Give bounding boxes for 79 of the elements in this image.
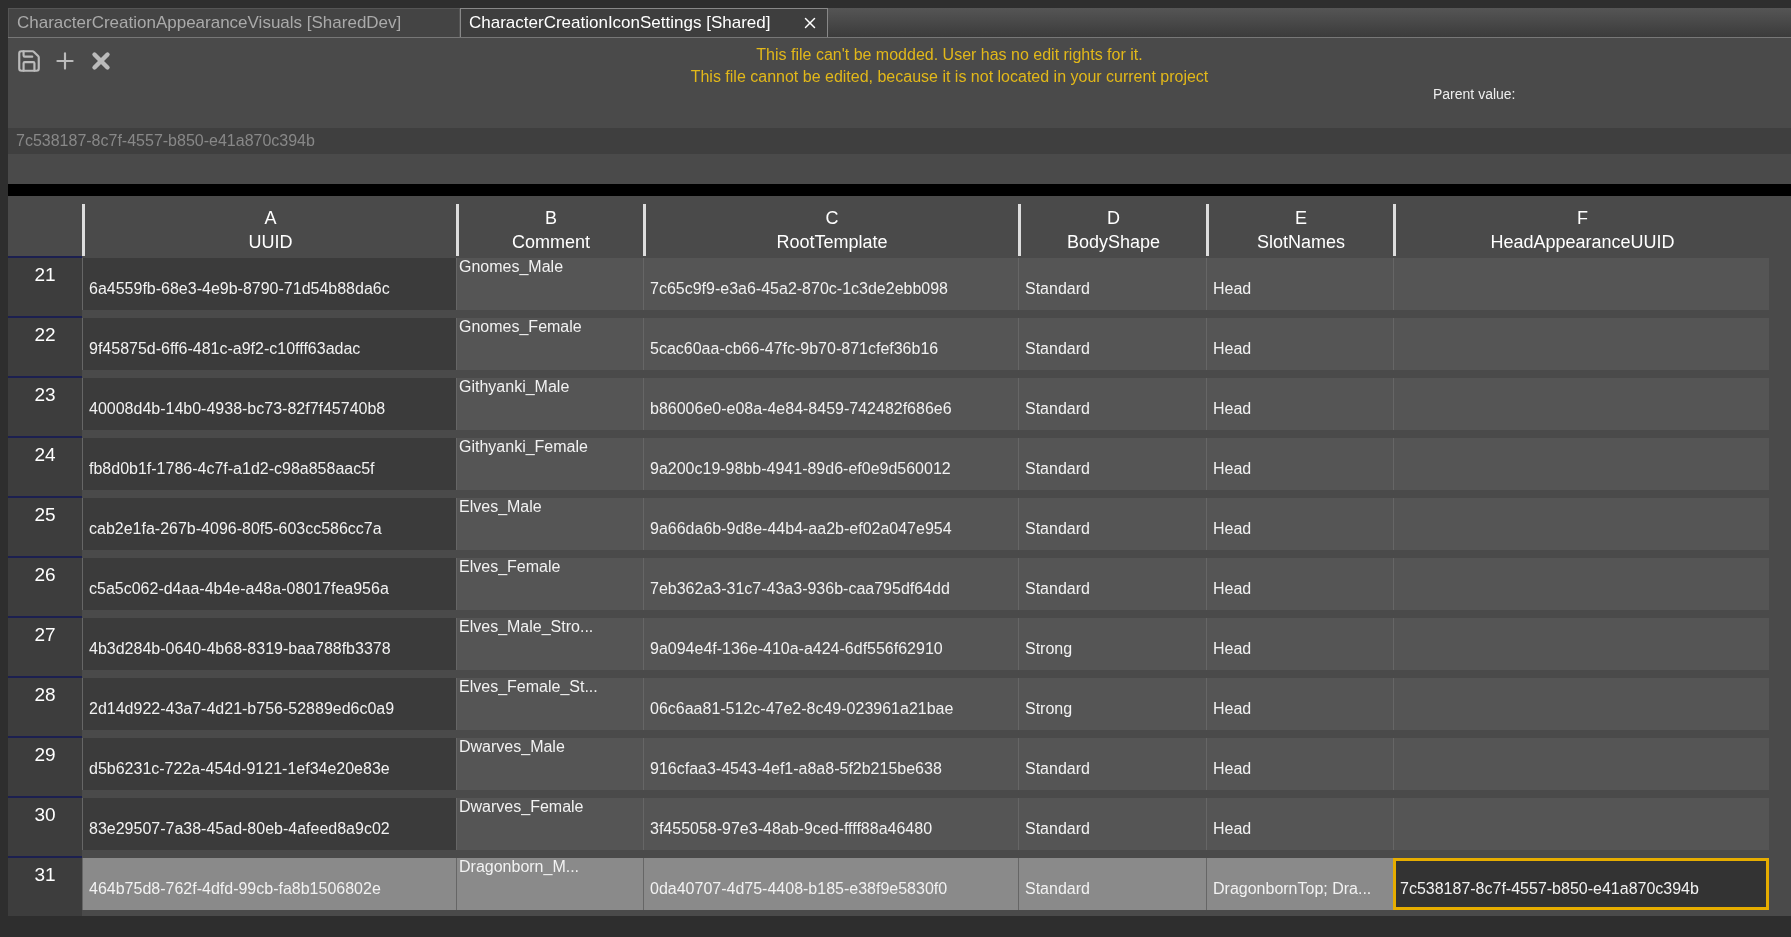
file-tab[interactable]: CharacterCreationAppearanceVisuals [SharedDev] — [8, 8, 460, 37]
table-cell[interactable]: 916cfaa3-4543-4ef1-a8a8-5f2b215be638 — [643, 738, 1018, 790]
table-cell[interactable]: Head — [1206, 738, 1393, 790]
row-number[interactable]: 28 — [8, 676, 82, 736]
splitter-bar[interactable] — [8, 184, 1791, 196]
table-cell[interactable]: Elves_Male_Stro... — [456, 618, 643, 670]
table-cell[interactable] — [1393, 618, 1769, 670]
table-cell[interactable]: Standard — [1018, 438, 1206, 490]
table-cell[interactable]: 6a4559fb-68e3-4e9b-8790-71d54b88da6c — [82, 258, 456, 310]
table-cell[interactable]: Githyanki_Male — [456, 378, 643, 430]
table-cell[interactable]: Head — [1206, 618, 1393, 670]
table-cell[interactable]: 9a094e4f-136e-410a-a424-6df556f62910 — [643, 618, 1018, 670]
row-number[interactable]: 29 — [8, 736, 82, 796]
table-cell[interactable]: 7c538187-8c7f-4557-b850-e41a870c394b — [1393, 858, 1769, 910]
row-number[interactable]: 21 — [8, 256, 82, 316]
table-cell[interactable]: 9a200c19-98bb-4941-89d6-ef0e9d560012 — [643, 438, 1018, 490]
table-cell[interactable]: Standard — [1018, 318, 1206, 370]
table-cell[interactable] — [1393, 798, 1769, 850]
warning-message: This file cannot be edited, because it is not located in your current project — [690, 67, 1209, 87]
table-cell[interactable]: Strong — [1018, 678, 1206, 730]
table-cell[interactable]: 2d14d922-43a7-4d21-b756-52889ed6c0a9 — [82, 678, 456, 730]
table-cell[interactable]: Standard — [1018, 798, 1206, 850]
table-cell[interactable]: 06c6aa81-512c-47e2-8c49-023961a21bae — [643, 678, 1018, 730]
row-number[interactable]: 24 — [8, 436, 82, 496]
table-cell[interactable]: 7c65c9f9-e3a6-45a2-870c-1c3de2ebb098 — [643, 258, 1018, 310]
table-cell[interactable] — [1393, 498, 1769, 550]
table-cell[interactable]: 5cac60aa-cb66-47fc-9b70-871cfef36b16 — [643, 318, 1018, 370]
row-number[interactable]: 22 — [8, 316, 82, 376]
file-tab[interactable]: CharacterCreationIconSettings [Shared] — [460, 8, 828, 37]
save-icon[interactable] — [16, 48, 42, 74]
table-cell[interactable]: Head — [1206, 318, 1393, 370]
table-cell[interactable]: Head — [1206, 378, 1393, 430]
row-number[interactable]: 23 — [8, 376, 82, 436]
table-cell[interactable]: d5b6231c-722a-454d-9121-1ef34e20e83e — [82, 738, 456, 790]
table-cell[interactable]: Strong — [1018, 618, 1206, 670]
table-cell[interactable]: Gnomes_Female — [456, 318, 643, 370]
table-cell[interactable]: Dwarves_Male — [456, 738, 643, 790]
row-number[interactable]: 31 — [8, 856, 82, 916]
table-cell[interactable]: Standard — [1018, 738, 1206, 790]
table-cell[interactable]: Head — [1206, 258, 1393, 310]
table-cell[interactable]: fb8d0b1f-1786-4c7f-a1d2-c98a858aac5f — [82, 438, 456, 490]
table-cell[interactable]: Standard — [1018, 378, 1206, 430]
table-cell[interactable]: Head — [1206, 438, 1393, 490]
table-cell[interactable]: 9f45875d-6ff6-481c-a9f2-c10fff63adac — [82, 318, 456, 370]
table-cell[interactable]: b86006e0-e08a-4e84-8459-742482f686e6 — [643, 378, 1018, 430]
warning-message: This file can't be modded. User has no edit rights for it. — [756, 45, 1143, 65]
table-cell[interactable]: Head — [1206, 498, 1393, 550]
table-cell[interactable]: 4b3d284b-0640-4b68-8319-baa788fb3378 — [82, 618, 456, 670]
parent-value-label: Parent value: — [1432, 86, 1516, 102]
table-cell[interactable]: 40008d4b-14b0-4938-bc73-82f7f45740b8 — [82, 378, 456, 430]
table-cell[interactable] — [1393, 258, 1769, 310]
table-cell[interactable]: Elves_Female — [456, 558, 643, 610]
table-cell[interactable] — [1393, 738, 1769, 790]
table-cell[interactable]: cab2e1fa-267b-4096-80f5-603cc586cc7a — [82, 498, 456, 550]
table-cell[interactable]: 3f455058-97e3-48ab-9ced-ffff88a46480 — [643, 798, 1018, 850]
table-cell[interactable]: Standard — [1018, 498, 1206, 550]
table-cell[interactable] — [1393, 558, 1769, 610]
table-cell[interactable]: 7eb362a3-31c7-43a3-936b-caa795df64dd — [643, 558, 1018, 610]
table-cell[interactable]: Head — [1206, 798, 1393, 850]
table-cell[interactable]: c5a5c062-d4aa-4b4e-a48a-08017fea956a — [82, 558, 456, 610]
table-cell[interactable]: Elves_Female_St... — [456, 678, 643, 730]
table-cell[interactable] — [1393, 438, 1769, 490]
row-number[interactable]: 30 — [8, 796, 82, 856]
table-cell[interactable]: Elves_Male — [456, 498, 643, 550]
table-cell[interactable]: Head — [1206, 558, 1393, 610]
table-cell[interactable]: Head — [1206, 678, 1393, 730]
table-cell[interactable]: 9a66da6b-9d8e-44b4-aa2b-ef02a047e954 — [643, 498, 1018, 550]
table-cell[interactable]: Standard — [1018, 258, 1206, 310]
table-cell[interactable]: 83e29507-7a38-45ad-80eb-4afeed8a9c02 — [82, 798, 456, 850]
table-cell[interactable]: Standard — [1018, 558, 1206, 610]
table-cell[interactable]: Dwarves_Female — [456, 798, 643, 850]
row-number[interactable]: 27 — [8, 616, 82, 676]
table-cell[interactable]: Gnomes_Male — [456, 258, 643, 310]
row-number[interactable]: 26 — [8, 556, 82, 616]
row-number[interactable]: 25 — [8, 496, 82, 556]
table-cell[interactable] — [1393, 678, 1769, 730]
table-cell[interactable]: Githyanki_Female — [456, 438, 643, 490]
table-cell[interactable] — [1393, 318, 1769, 370]
table-cell[interactable] — [1393, 378, 1769, 430]
